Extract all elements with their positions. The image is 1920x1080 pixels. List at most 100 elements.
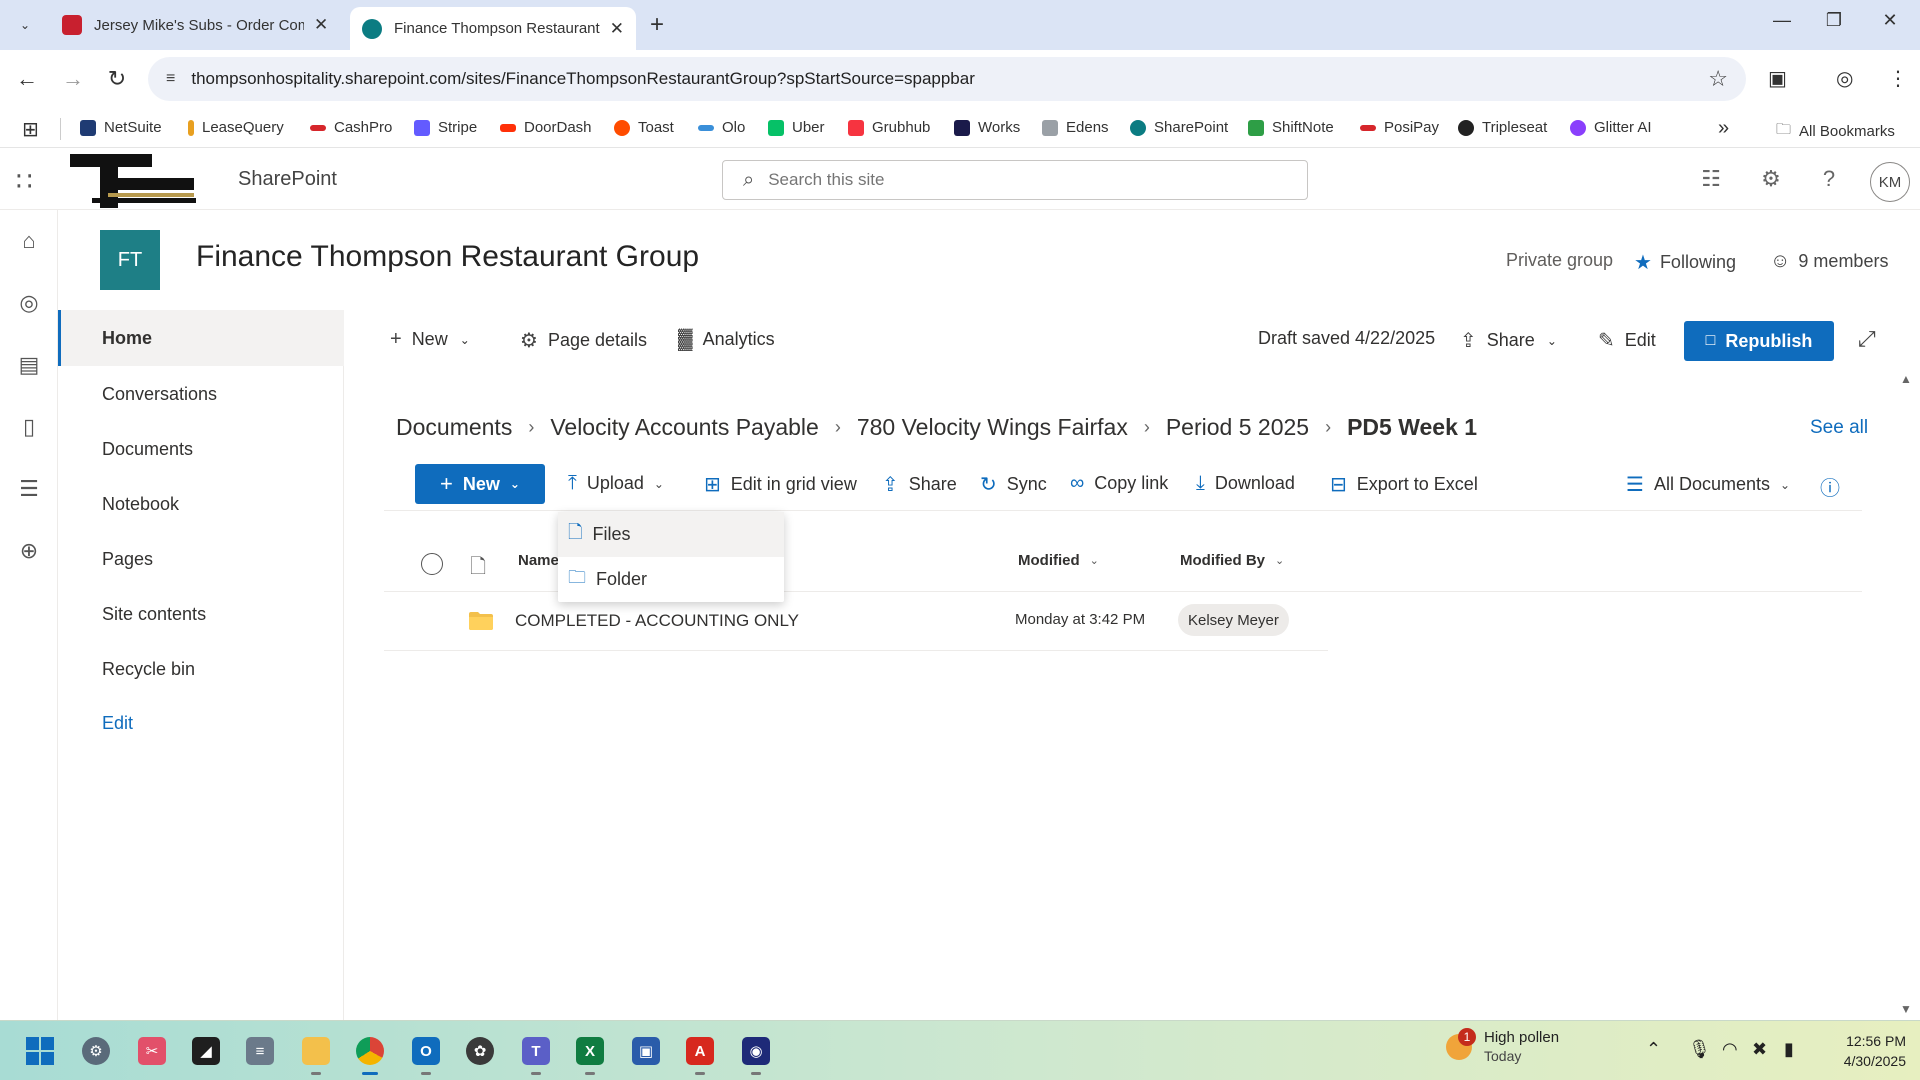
bookmark-olo[interactable]: Olo [698, 119, 745, 136]
lists-icon[interactable]: ☰ [16, 476, 42, 502]
microphone-icon[interactable]: 🎙 [1688, 1039, 1711, 1060]
restore-button[interactable]: ❐ [1814, 10, 1854, 31]
url-text[interactable]: thompsonhospitality.sharepoint.com/sites… [191, 69, 975, 89]
nav-recycle-bin[interactable]: Recycle bin [58, 641, 344, 697]
copy-link-button[interactable]: ∞ Copy link [1070, 472, 1168, 495]
close-window-button[interactable]: ✕ [1870, 10, 1910, 31]
bookmark-shiftnote[interactable]: ShiftNote [1248, 119, 1334, 136]
omnibox[interactable]: ≡ thompsonhospitality.sharepoint.com/sit… [148, 57, 1746, 101]
nav-notebook[interactable]: Notebook [58, 476, 344, 532]
tab-finance-thompson[interactable]: Finance Thompson Restaurant G ✕ [350, 7, 636, 50]
folder-name-link[interactable]: COMPLETED - ACCOUNTING ONLY [515, 611, 799, 631]
show-hidden-icons-chevron-icon[interactable]: ⌃ [1646, 1039, 1661, 1060]
files-icon[interactable]: ▯ [16, 414, 42, 440]
more-bookmarks-icon[interactable]: » [1718, 117, 1729, 140]
bookmark-stripe[interactable]: Stripe [414, 119, 477, 136]
upload-button[interactable]: ⤒ Upload ⌄ [568, 472, 664, 495]
weather-widget[interactable]: 1 High pollen Today [1446, 1027, 1559, 1064]
bookmark-tripleseat[interactable]: Tripleseat [1458, 119, 1547, 136]
page-edit-button[interactable]: ✎ Edit [1598, 328, 1656, 353]
account-avatar[interactable]: KM [1870, 162, 1910, 202]
screenshot-icon[interactable]: ▣ [1768, 66, 1787, 91]
crumb-velocity-ap[interactable]: Velocity Accounts Payable [550, 414, 819, 441]
page-new-button[interactable]: + New ⌄ [390, 328, 470, 351]
view-switcher[interactable]: ☰ All Documents ⌄ [1626, 472, 1790, 497]
profile-icon[interactable]: ◎ [1836, 66, 1853, 91]
analytics-button[interactable]: ▓ Analytics [678, 328, 775, 351]
excel-app[interactable]: X [570, 1031, 610, 1075]
nav-site-contents[interactable]: Site contents [58, 586, 344, 642]
folder-icon[interactable] [469, 612, 493, 630]
conversations-icon[interactable]: ☷ [1696, 166, 1726, 192]
upload-files-option[interactable]: 🗋 Files [558, 512, 784, 557]
bookmark-netsuite[interactable]: NetSuite [80, 119, 162, 136]
battery-icon[interactable]: ▮ [1784, 1039, 1794, 1060]
app-launcher-icon[interactable]: ∷ [16, 166, 33, 197]
snipping-tool-app[interactable]: ✂ [132, 1031, 172, 1071]
grid-view-button[interactable]: ⊞ Edit in grid view [704, 472, 857, 497]
thompson-hospitality-logo[interactable] [70, 152, 196, 210]
column-header-name[interactable]: Name [518, 552, 559, 569]
export-excel-button[interactable]: ⊟ Export to Excel [1330, 472, 1478, 497]
site-search-box[interactable]: ⌕ [722, 160, 1308, 200]
sticky-notes-app[interactable]: ◢ [186, 1031, 226, 1071]
remote-desktop-app[interactable]: ▣ [626, 1031, 666, 1071]
new-tab-button[interactable]: + [650, 11, 664, 39]
bookmark-doordash[interactable]: DoorDash [500, 119, 592, 136]
scroll-up-arrow[interactable]: ▲ [1900, 372, 1912, 386]
apps-grid-icon[interactable]: ⊞ [22, 117, 39, 142]
crumb-780-velocity[interactable]: 780 Velocity Wings Fairfax [857, 414, 1128, 441]
all-bookmarks-button[interactable]: 🗀 All Bookmarks [1776, 119, 1895, 144]
wifi-icon[interactable]: ◠ [1722, 1039, 1738, 1060]
forward-button[interactable]: → [58, 66, 88, 92]
bookmark-toast[interactable]: Toast [614, 119, 674, 136]
close-tab-icon[interactable]: ✕ [610, 19, 624, 39]
quick-assist-app[interactable]: ◉ [736, 1031, 776, 1075]
select-all-checkbox[interactable] [421, 553, 443, 575]
nav-edit-link[interactable]: Edit [58, 695, 344, 751]
column-header-modified[interactable]: Modified ⌄ [1018, 552, 1099, 569]
nav-home[interactable]: Home [58, 310, 344, 366]
page-share-button[interactable]: ⇪ Share ⌄ [1460, 328, 1557, 353]
bookmark-posipay[interactable]: PosiPay [1360, 119, 1439, 136]
republish-button[interactable]: □ Republish [1684, 321, 1834, 361]
upload-folder-option[interactable]: 🗀 Folder [558, 557, 784, 602]
bookmark-sharepoint[interactable]: SharePoint [1130, 119, 1228, 136]
outlook-app[interactable]: O [406, 1031, 446, 1075]
nav-documents[interactable]: Documents [58, 421, 344, 477]
bookmark-edens[interactable]: Edens [1042, 119, 1109, 136]
tab-search-button[interactable]: ⌄ [10, 12, 40, 38]
bookmark-star-icon[interactable]: ☆ [1708, 66, 1728, 92]
settings-gear-icon[interactable]: ⚙ [1756, 166, 1786, 192]
system-clock[interactable]: 12:56 PM 4/30/2025 [1812, 1031, 1906, 1071]
expand-icon[interactable]: ⤢ [1858, 326, 1876, 352]
bookmark-works[interactable]: Works [954, 119, 1020, 136]
search-input[interactable] [768, 170, 1269, 190]
crumb-period-5[interactable]: Period 5 2025 [1166, 414, 1309, 441]
site-logo[interactable]: FT [100, 230, 160, 290]
tab-jersey-mikes[interactable]: Jersey Mike's Subs - Order Com ✕ [50, 7, 342, 43]
site-title[interactable]: Finance Thompson Restaurant Group [196, 240, 699, 274]
create-icon[interactable]: ⊕ [16, 538, 42, 564]
modified-by-persona[interactable]: Kelsey Meyer [1178, 604, 1289, 636]
settings-app[interactable]: ⚙ [76, 1031, 116, 1071]
column-header-modified-by[interactable]: Modified By ⌄ [1180, 552, 1284, 569]
globe-icon[interactable]: ◎ [16, 290, 42, 316]
download-button[interactable]: ⤓ Download [1196, 472, 1295, 495]
chatgpt-app[interactable]: ✿ [460, 1031, 500, 1071]
members-button[interactable]: ☺ 9 members [1770, 250, 1888, 273]
help-icon[interactable]: ? [1814, 166, 1844, 192]
bookmark-glitter-ai[interactable]: Glitter AI [1570, 119, 1652, 136]
back-button[interactable]: ← [12, 66, 42, 92]
nav-pages[interactable]: Pages [58, 531, 344, 587]
nav-conversations[interactable]: Conversations [58, 366, 344, 422]
news-icon[interactable]: ▤ [16, 352, 42, 378]
bookmark-cashpro[interactable]: CashPro [310, 119, 392, 136]
info-pane-button[interactable]: ⓘ [1820, 472, 1840, 501]
bookmark-leasequery[interactable]: LeaseQuery [188, 119, 284, 136]
library-new-button[interactable]: + New ⌄ [415, 464, 545, 504]
file-explorer-app[interactable] [296, 1031, 336, 1075]
minimize-button[interactable]: — [1762, 10, 1802, 31]
sync-button[interactable]: ↻ Sync [980, 472, 1047, 497]
acrobat-app[interactable]: A [680, 1031, 720, 1075]
